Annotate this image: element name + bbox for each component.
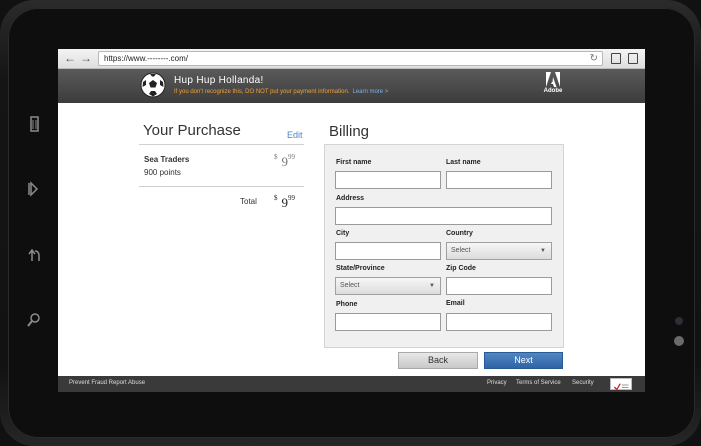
menu-icon[interactable] — [24, 115, 44, 135]
adobe-icon — [546, 72, 560, 87]
trust-seal-icon[interactable] — [610, 378, 632, 391]
terms-link[interactable]: Terms of Service — [516, 380, 561, 386]
screen: ← → https://www.--------.com/ ↻ Hup Hup … — [58, 49, 645, 392]
chevron-down-icon: ▼ — [429, 283, 435, 289]
reload-icon[interactable]: ↻ — [590, 52, 598, 65]
country-selected: Select — [451, 247, 471, 254]
country-label: Country — [446, 230, 473, 237]
city-label: City — [336, 230, 350, 237]
phone-field[interactable] — [335, 313, 441, 331]
state-select[interactable]: Select ▼ — [335, 277, 441, 295]
security-link[interactable]: Security — [572, 380, 594, 386]
first-name-label: First name — [336, 159, 372, 166]
state-selected: Select — [340, 282, 360, 289]
merchant-name: Hup Hup Hollanda! — [174, 75, 264, 86]
footer: Prevent Fraud Report Abuse Privacy Terms… — [58, 376, 645, 392]
last-name-label: Last name — [446, 159, 481, 166]
address-bar[interactable]: https://www.--------.com/ ↻ — [98, 51, 603, 66]
divider — [139, 144, 304, 145]
item-points: 900 points — [144, 168, 181, 177]
soccer-ball-icon — [140, 72, 166, 98]
chevron-down-icon: ▼ — [540, 248, 546, 254]
country-select[interactable]: Select ▼ — [446, 242, 552, 260]
browser-back-icon[interactable]: ← — [64, 52, 76, 65]
zip-field[interactable] — [446, 277, 552, 295]
email-label: Email — [446, 300, 465, 307]
item-name: Sea Traders — [144, 155, 190, 164]
address-field[interactable] — [335, 207, 552, 225]
billing-form: First name Last name Address City Countr… — [324, 144, 564, 348]
adobe-wordmark: Adobe — [543, 88, 563, 94]
home-icon[interactable] — [24, 180, 44, 200]
back-icon[interactable] — [24, 246, 44, 266]
url-text: https://www.--------.com/ — [104, 54, 188, 63]
adobe-logo: Adobe — [542, 72, 564, 100]
city-field[interactable] — [335, 242, 441, 260]
edit-link[interactable]: Edit — [287, 130, 303, 140]
back-button[interactable]: Back — [398, 352, 478, 369]
browser-forward-icon[interactable]: → — [80, 52, 92, 65]
total-label: Total — [240, 197, 257, 206]
item-price: $ 999 — [274, 153, 295, 169]
phone-label: Phone — [336, 301, 358, 308]
address-label: Address — [336, 195, 365, 202]
learn-more-link[interactable]: Learn more > — [352, 89, 388, 95]
last-name-field[interactable] — [446, 171, 552, 189]
page-icon[interactable] — [611, 53, 621, 64]
email-field[interactable] — [446, 313, 552, 331]
camera-lens-icon — [675, 317, 683, 325]
privacy-link[interactable]: Privacy — [487, 380, 507, 386]
purchase-title: Your Purchase — [143, 122, 241, 139]
state-label: State/Province — [336, 265, 385, 272]
search-icon[interactable] — [24, 311, 44, 331]
divider — [139, 186, 304, 187]
warning-text: If you don't recognize this, DO NOT put … — [174, 89, 350, 95]
tablet-device: ← → https://www.--------.com/ ↻ Hup Hup … — [0, 0, 701, 446]
total-price: $ 999 — [274, 194, 295, 210]
tools-icon[interactable] — [628, 53, 638, 64]
billing-title: Billing — [329, 123, 370, 140]
first-name-field[interactable] — [335, 171, 441, 189]
zip-label: Zip Code — [446, 265, 476, 272]
browser-toolbar: ← → https://www.--------.com/ ↻ — [58, 49, 645, 69]
report-abuse-link[interactable]: Prevent Fraud Report Abuse — [69, 380, 145, 386]
sensor-icon — [674, 336, 684, 346]
merchant-banner: Hup Hup Hollanda! If you don't recognize… — [58, 69, 645, 103]
fraud-warning: If you don't recognize this, DO NOT put … — [174, 89, 388, 95]
next-button[interactable]: Next — [484, 352, 563, 369]
